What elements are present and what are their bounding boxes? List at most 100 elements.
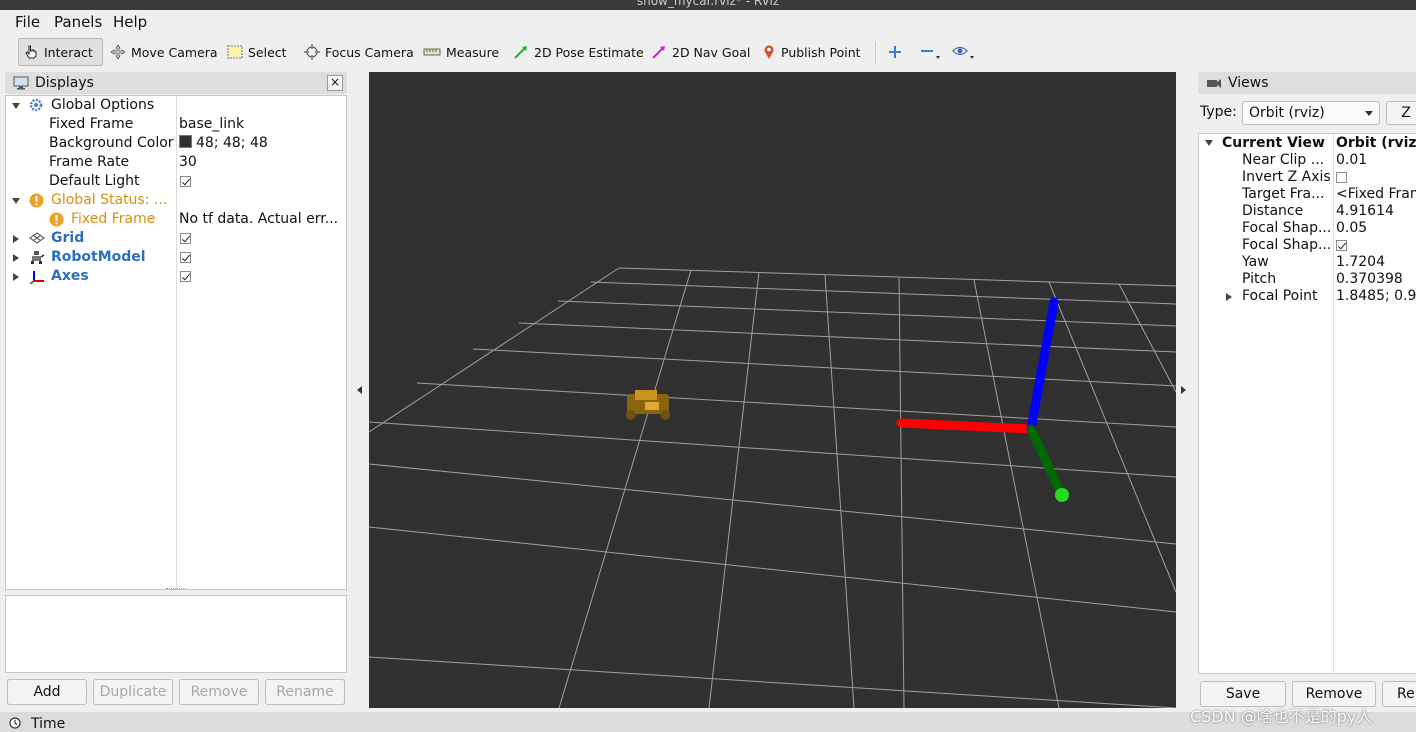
target-frame-value[interactable]: <Fixed Frame> [1336, 186, 1416, 203]
measure-label: Measure [446, 44, 500, 60]
view-row-near-clip[interactable]: Near Clip ... 0.01 [1199, 152, 1416, 169]
render-viewport[interactable] [369, 72, 1176, 708]
view-row-focal-shape-fixed[interactable]: Focal Shap... [1199, 237, 1416, 254]
minus-icon [921, 50, 940, 59]
displays-title: Displays [35, 75, 94, 91]
axes-marker [896, 297, 1069, 502]
add-display-button[interactable]: Add [7, 679, 87, 705]
gear-icon [29, 98, 43, 112]
expand-right-icon[interactable] [13, 273, 19, 281]
focus-camera-tool-button[interactable]: Focus Camera [300, 38, 418, 66]
remove-tool-button[interactable] [916, 38, 944, 66]
status-fixed-frame-label: Fixed Frame [71, 211, 156, 227]
magenta-arrow-icon [652, 46, 665, 59]
add-tool-button[interactable] [884, 38, 906, 66]
view-row-pitch[interactable]: Pitch 0.370398 [1199, 271, 1416, 288]
nav-goal-tool-button[interactable]: 2D Nav Goal [647, 38, 754, 66]
tree-row-robot-model[interactable]: RobotModel [6, 248, 346, 267]
tool-bar: Interact Move Camera Select Focus Camera… [0, 34, 1416, 70]
menu-file[interactable]: File [15, 13, 40, 31]
duplicate-display-button[interactable]: Duplicate [93, 679, 173, 705]
zero-view-button[interactable]: Z [1386, 101, 1416, 125]
tree-row-frame-rate[interactable]: Frame Rate 30 [6, 153, 346, 172]
robot-model-checkbox[interactable] [180, 251, 191, 263]
distance-value[interactable]: 4.91614 [1336, 203, 1394, 220]
expand-down-icon[interactable] [12, 103, 20, 109]
displays-panel-header: Displays × [5, 72, 347, 94]
plus-icon [889, 46, 901, 58]
menu-help[interactable]: Help [113, 13, 147, 31]
time-panel-title: Time [31, 716, 66, 732]
default-light-checkbox[interactable] [180, 175, 191, 187]
tree-row-background-color[interactable]: Background Color 48; 48; 48 [6, 134, 346, 153]
view-row-target-frame[interactable]: Target Fra... <Fixed Frame> [1199, 186, 1416, 203]
move-arrows-icon [110, 44, 126, 60]
collapse-right-arrow-icon[interactable] [1181, 386, 1186, 394]
close-icon: × [329, 75, 341, 89]
tree-row-fixed-frame[interactable]: Fixed Frame base_link [6, 115, 346, 134]
tree-row-global-status[interactable]: Global Status: ... [6, 191, 346, 210]
expand-down-icon[interactable] [12, 198, 20, 204]
rename-view-button[interactable]: Rename [1382, 681, 1416, 707]
measure-tool-button[interactable]: Measure [419, 38, 503, 66]
view-type-select[interactable]: Orbit (rviz) [1242, 101, 1380, 125]
chevron-down-icon [1365, 111, 1373, 116]
expand-down-icon[interactable] [1205, 140, 1213, 146]
remove-display-button[interactable]: Remove [179, 679, 259, 705]
view-row-invert-z[interactable]: Invert Z Axis [1199, 169, 1416, 186]
current-view-label: Current View [1222, 135, 1325, 151]
axes-checkbox[interactable] [180, 270, 191, 282]
menu-panels[interactable]: Panels [54, 13, 102, 31]
axes-icon [29, 271, 44, 284]
invert-z-checkbox[interactable] [1336, 171, 1347, 183]
frame-rate-value[interactable]: 30 [179, 153, 344, 172]
expand-right-icon[interactable] [13, 254, 19, 262]
focus-crosshair-icon [304, 44, 320, 60]
tree-row-axes[interactable]: Axes [6, 267, 346, 286]
rename-display-button[interactable]: Rename [265, 679, 345, 705]
displays-close-button[interactable]: × [327, 75, 343, 91]
pose-estimate-tool-button[interactable]: 2D Pose Estimate [509, 38, 648, 66]
expand-right-icon[interactable] [1226, 293, 1232, 301]
pitch-value[interactable]: 0.370398 [1336, 271, 1403, 288]
interact-tool-button[interactable]: Interact [18, 38, 103, 66]
current-view-value: Orbit (rviz) [1336, 135, 1416, 151]
splitter-grip[interactable] [166, 588, 186, 592]
view-row-focal-shape-size[interactable]: Focal Shap... 0.05 [1199, 220, 1416, 237]
grid-checkbox[interactable] [180, 232, 191, 244]
background-color-value[interactable]: 48; 48; 48 [179, 134, 344, 153]
panels-visibility-button[interactable] [948, 38, 978, 66]
tree-row-default-light[interactable]: Default Light [6, 172, 346, 191]
views-panel-header: Views [1198, 72, 1416, 94]
grid-label: Grid [51, 230, 85, 246]
target-frame-label: Target Fra... [1242, 186, 1325, 202]
tree-row-status-fixed-frame[interactable]: Fixed Frame No tf data. Actual err... [6, 210, 346, 229]
robot-model-value [180, 248, 345, 267]
select-tool-button[interactable]: Select [223, 38, 291, 66]
scene-canvas[interactable] [369, 72, 1176, 708]
eye-icon [952, 46, 974, 59]
focal-point-value[interactable]: 1.8485; 0.95 [1336, 288, 1416, 305]
publish-point-tool-button[interactable]: Publish Point [758, 38, 865, 66]
status-fixed-frame-value: No tf data. Actual err... [179, 211, 339, 227]
expand-right-icon[interactable] [13, 235, 19, 243]
view-row-focal-point[interactable]: Focal Point 1.8485; 0.95 [1199, 288, 1416, 305]
view-row-distance[interactable]: Distance 4.91614 [1199, 203, 1416, 220]
fixed-frame-value[interactable]: base_link [179, 115, 344, 134]
pose-estimate-label: 2D Pose Estimate [534, 44, 644, 60]
view-row-yaw[interactable]: Yaw 1.7204 [1199, 254, 1416, 271]
collapse-left-arrow-icon[interactable] [357, 386, 362, 394]
near-clip-value[interactable]: 0.01 [1336, 152, 1367, 169]
yaw-value[interactable]: 1.7204 [1336, 254, 1385, 271]
invert-z-value [1336, 169, 1347, 186]
current-view-row[interactable]: Current View Orbit (rviz) [1199, 135, 1416, 152]
tree-row-global-options[interactable]: Global Options [6, 96, 346, 115]
robot-icon [31, 251, 45, 264]
focus-camera-label: Focus Camera [325, 44, 414, 60]
focal-shape-size-value[interactable]: 0.05 [1336, 220, 1367, 237]
axes-label: Axes [51, 268, 89, 284]
tree-row-grid[interactable]: Grid [6, 229, 346, 248]
move-camera-tool-button[interactable]: Move Camera [106, 38, 222, 66]
warning-icon [49, 212, 64, 227]
focal-shape-fixed-checkbox[interactable] [1336, 239, 1347, 251]
